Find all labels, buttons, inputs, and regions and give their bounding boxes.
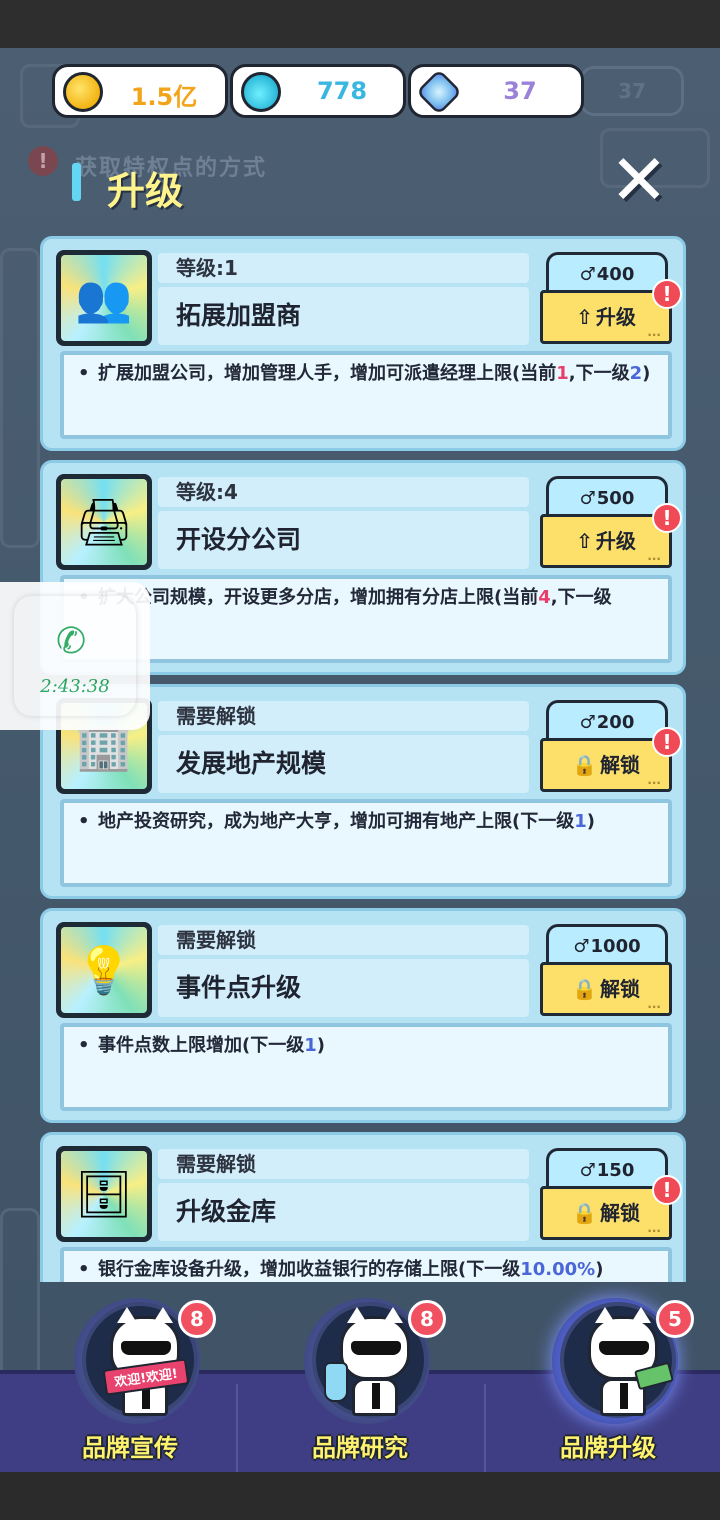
safe-icon: 🗄 xyxy=(61,1151,147,1237)
cost-value: 200 xyxy=(596,712,635,733)
gold-currency[interactable]: 1.5亿 xyxy=(52,64,228,118)
printer-icon: 🖨 xyxy=(61,479,147,565)
nav-label: 品牌研究 xyxy=(312,1434,408,1462)
cost-value: 400 xyxy=(596,264,635,285)
card-description: 扩大公司规模，开设更多分店，增加拥有分店上限(当前4,下一级 xyxy=(60,575,672,663)
card-level: 等级:1 xyxy=(158,253,529,283)
card-level: 需要解锁 xyxy=(158,925,529,955)
page-title: 升级 xyxy=(107,169,184,213)
potion-cost-icon: ♂ xyxy=(579,1160,596,1181)
unlock-button-label: 解锁 xyxy=(599,1201,640,1225)
card-level: 需要解锁 xyxy=(158,1149,529,1179)
nav-badge: 8 xyxy=(408,1300,446,1338)
gem-currency[interactable]: 37 xyxy=(408,64,584,118)
card-name: 事件点升级 xyxy=(158,959,529,1017)
potion-currency[interactable]: 778 xyxy=(230,64,406,118)
card-icon-frame: 👥 xyxy=(56,250,152,346)
upgrade-card-expand-franchise: 👥 等级:1 拓展加盟商 ♂400 ⇧升级 ··· ! 扩展加盟公司，增加管理人… xyxy=(40,236,686,451)
close-button[interactable]: ✕ xyxy=(606,145,672,216)
nav-label: 品牌升级 xyxy=(560,1434,656,1462)
upgrade-card-event-points: 💡 需要解锁 事件点升级 ♂1000 🔒解锁 ··· 事件点数上限增加(下一级1… xyxy=(40,908,686,1123)
potion-bottle-icon xyxy=(324,1362,348,1402)
nav-label: 品牌宣传 xyxy=(82,1434,178,1462)
title-marker xyxy=(72,163,81,201)
lock-icon: 🔒 xyxy=(572,753,597,777)
card-description: 银行金库设备升级，增加收益银行的存储上限(下一级10.00%) xyxy=(60,1247,672,1282)
phone-icon: ✆ xyxy=(56,621,87,662)
unlock-button-label: 解锁 xyxy=(599,977,640,1001)
potion-cost-icon: ♂ xyxy=(579,264,596,285)
card-name: 发展地产规模 xyxy=(158,735,529,793)
potion-cost-icon: ♂ xyxy=(579,712,596,733)
gem-icon xyxy=(415,68,463,116)
unlock-button[interactable]: 🔒 解锁 ··· xyxy=(540,962,672,1016)
card-name: 拓展加盟商 xyxy=(158,287,529,345)
sunglasses-icon xyxy=(599,1341,649,1355)
call-widget-inner: ✆ 2:43:38 xyxy=(14,596,136,716)
nav-badge: 5 xyxy=(656,1300,694,1338)
hint-alert-icon: ! xyxy=(28,146,58,176)
lock-icon: 🔒 xyxy=(572,977,597,1001)
upgrade-button-label: 升级 xyxy=(595,529,636,553)
alert-badge: ! xyxy=(652,503,682,533)
card-description: 事件点数上限增加(下一级1) xyxy=(60,1023,672,1111)
call-widget[interactable]: ✆ 2:43:38 xyxy=(0,582,150,730)
arrow-up-icon: ⇧ xyxy=(576,305,593,329)
cost-value: 500 xyxy=(596,488,635,509)
card-level: 需要解锁 xyxy=(158,701,529,731)
cost-value: 1000 xyxy=(590,936,641,957)
card-icon-frame: 💡 xyxy=(56,922,152,1018)
sunglasses-icon xyxy=(351,1341,401,1355)
potion-value: 778 xyxy=(316,77,368,105)
lock-icon: 🔒 xyxy=(572,1201,597,1225)
unlock-button-label: 解锁 xyxy=(599,753,640,777)
background-currency-value: 37 xyxy=(580,66,684,116)
lightbulb-icon: 💡 xyxy=(61,927,147,1013)
alert-badge: ! xyxy=(652,279,682,309)
nav-brand-upgrade[interactable]: 5 品牌升级 xyxy=(508,1292,708,1462)
gem-value: 37 xyxy=(503,77,537,105)
nav-brand-promotion[interactable]: 欢迎!欢迎! 8 品牌宣传 xyxy=(30,1292,230,1462)
alert-badge: ! xyxy=(652,1175,682,1205)
system-navigation-bar xyxy=(0,1472,720,1520)
alert-badge: ! xyxy=(652,727,682,757)
upgrade-button-label: 升级 xyxy=(595,305,636,329)
card-level: 等级:4 xyxy=(158,477,529,507)
upgrade-list[interactable]: 👥 等级:1 拓展加盟商 ♂400 ⇧升级 ··· ! 扩展加盟公司，增加管理人… xyxy=(40,236,688,1282)
card-description: 地产投资研究，成为地产大亨，增加可拥有地产上限(下一级1) xyxy=(60,799,672,887)
cost-value: 150 xyxy=(596,1160,635,1181)
status-bar xyxy=(0,0,720,48)
card-name: 开设分公司 xyxy=(158,511,529,569)
gold-coin-icon xyxy=(63,72,103,112)
franchise-people-icon: 👥 xyxy=(61,255,147,341)
nav-badge: 8 xyxy=(178,1300,216,1338)
card-name: 升级金库 xyxy=(158,1183,529,1241)
card-description: 扩展加盟公司，增加管理人手，增加可派遣经理上限(当前1,下一级2) xyxy=(60,351,672,439)
arrow-up-icon: ⇧ xyxy=(576,529,593,553)
upgrade-card-vault: 🗄 需要解锁 升级金库 ♂150 🔒解锁 ··· ! 银行金库设备升级，增加收益… xyxy=(40,1132,686,1282)
nav-brand-research[interactable]: 8 品牌研究 xyxy=(260,1292,460,1462)
sunglasses-icon xyxy=(121,1341,171,1355)
call-timer: 2:43:38 xyxy=(40,676,110,697)
potion-icon xyxy=(241,72,281,112)
potion-cost-icon: ♂ xyxy=(573,936,590,957)
card-icon-frame: 🖨 xyxy=(56,474,152,570)
gold-value: 1.5亿 xyxy=(130,83,198,111)
potion-cost-icon: ♂ xyxy=(579,488,596,509)
card-icon-frame: 🗄 xyxy=(56,1146,152,1242)
